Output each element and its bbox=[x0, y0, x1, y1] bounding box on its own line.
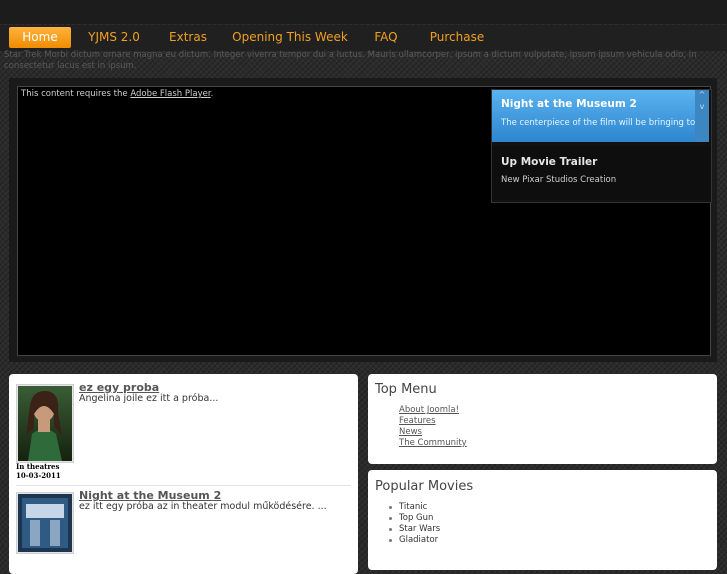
slide-title[interactable]: Night at the Museum 2 bbox=[501, 98, 637, 110]
top-menu-title: Top Menu bbox=[375, 382, 437, 397]
bullet-icon bbox=[389, 517, 392, 520]
popular-movie-item: Top Gun bbox=[399, 513, 434, 523]
article-thumbnail[interactable] bbox=[16, 384, 74, 463]
menu-link-features[interactable]: Features bbox=[399, 416, 436, 426]
nav-item-purchase[interactable]: Purchase bbox=[424, 27, 490, 48]
popular-movies-title: Popular Movies bbox=[375, 479, 474, 494]
movie-poster-icon bbox=[18, 494, 72, 552]
chevron-up-icon[interactable]: ^ bbox=[697, 90, 707, 99]
chevron-down-icon[interactable]: v bbox=[697, 102, 707, 111]
flash-notice-prefix: This content requires the bbox=[21, 89, 131, 99]
flash-player-link[interactable]: Adobe Flash Player bbox=[130, 89, 210, 99]
release-caption: In theatres 10-03-2011 bbox=[16, 462, 61, 480]
slide-title[interactable]: Up Movie Trailer bbox=[501, 156, 597, 168]
slide-description: The centerpiece of the film will be brin… bbox=[501, 118, 707, 128]
nav-item-faq[interactable]: FAQ bbox=[365, 27, 407, 48]
intro-text: Star Trek Morbi dictum ornare magna eu d… bbox=[4, 50, 697, 71]
top-bar bbox=[0, 0, 727, 24]
menu-link-community[interactable]: The Community bbox=[399, 438, 467, 448]
popular-movie-item: Star Wars bbox=[399, 524, 441, 534]
popular-movie-item: Gladiator bbox=[399, 535, 439, 545]
nav-item-opening-this-week[interactable]: Opening This Week bbox=[230, 27, 350, 48]
flash-notice-suffix: . bbox=[210, 89, 214, 99]
menu-link-news[interactable]: News bbox=[399, 427, 422, 437]
article-excerpt: Angelina joile ez itt a próba... bbox=[79, 393, 219, 404]
nav-item-extras[interactable]: Extras bbox=[160, 27, 216, 48]
article-excerpt: ez itt egy próba az in theater modul műk… bbox=[79, 501, 327, 512]
popular-movie-item: Titanic bbox=[399, 502, 428, 512]
article-divider bbox=[16, 485, 351, 486]
bullet-icon bbox=[389, 528, 392, 531]
flash-notice: This content requires the Adobe Flash Pl… bbox=[21, 89, 213, 99]
slide-description: New Pixar Studios Creation bbox=[501, 175, 617, 185]
actress-photo-icon bbox=[18, 386, 72, 461]
nav-item-home[interactable]: Home bbox=[9, 27, 71, 48]
slide-inactive[interactable] bbox=[492, 146, 710, 200]
bullet-icon bbox=[389, 539, 392, 542]
main-nav: Home YJMS 2.0 Extras Opening This Week F… bbox=[0, 25, 727, 51]
bullet-icon bbox=[389, 506, 392, 509]
menu-link-about-joomla[interactable]: About Joomla! bbox=[399, 405, 459, 415]
nav-item-yjms[interactable]: YJMS 2.0 bbox=[82, 27, 146, 48]
